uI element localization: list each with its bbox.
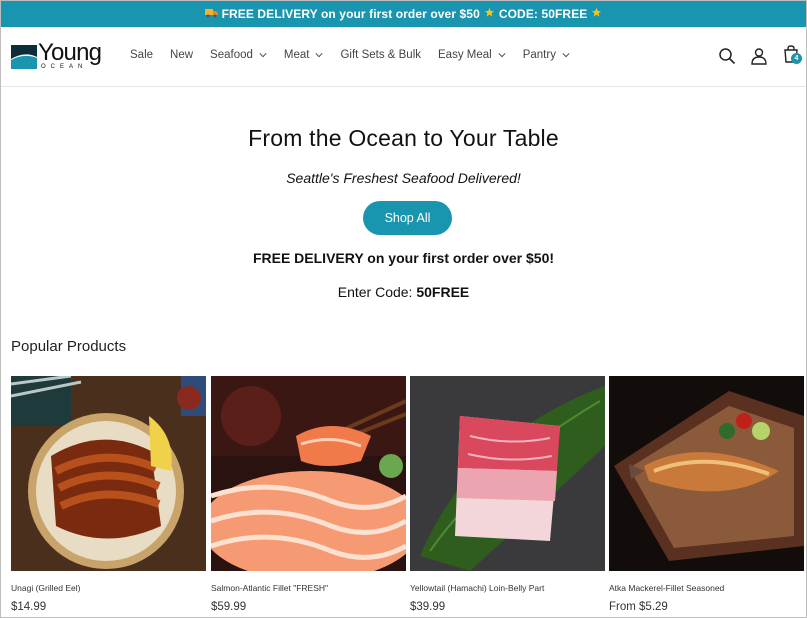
nav-label: Sale	[130, 49, 154, 61]
product-price: $14.99	[11, 601, 47, 613]
chevron-down-icon	[562, 53, 570, 58]
promo-text: FREE DELIVERY on your first order over $…	[252, 250, 555, 266]
nav-item-meat[interactable]: Meat	[284, 49, 324, 61]
product-card[interactable]: Unagi (Grilled Eel) $14.99	[11, 376, 206, 613]
nav-label: Pantry	[522, 49, 556, 61]
star-icon	[484, 7, 495, 21]
product-name[interactable]: Unagi (Grilled Eel)	[11, 583, 206, 593]
product-card[interactable]: Atka Mackerel-Fillet Seasoned From $5.29	[609, 376, 804, 613]
product-image[interactable]	[11, 376, 206, 571]
section-title: Popular Products	[11, 338, 127, 355]
site-header: Young OCEAN Sale New Seafood Meat Gift S…	[1, 27, 806, 87]
product-image[interactable]	[410, 376, 605, 571]
chevron-down-icon	[498, 53, 506, 58]
nav-label: Meat	[283, 49, 310, 61]
product-name[interactable]: Atka Mackerel-Fillet Seasoned	[609, 583, 804, 593]
promo-code-label: Enter Code:	[337, 284, 413, 300]
nav-item-gift-sets[interactable]: Gift Sets & Bulk	[340, 49, 421, 61]
product-image[interactable]	[609, 376, 804, 571]
hero-title: From the Ocean to Your Table	[248, 125, 559, 151]
nav-item-pantry[interactable]: Pantry	[523, 49, 570, 61]
product-name[interactable]: Yellowtail (Hamachi) Loin-Belly Part	[410, 583, 605, 593]
announcement-code: CODE: 50FREE	[498, 7, 588, 21]
product-price: From $5.29	[609, 601, 668, 613]
product-name[interactable]: Salmon-Atlantic Fillet "FRESH"	[211, 583, 406, 593]
product-price: $59.99	[211, 601, 247, 613]
nav-item-seafood[interactable]: Seafood	[210, 49, 267, 61]
logo-tagline: OCEAN	[41, 64, 88, 70]
cart-count-badge: 4	[791, 53, 802, 64]
product-image[interactable]	[211, 376, 406, 571]
user-icon[interactable]	[749, 46, 769, 66]
nav-item-new[interactable]: New	[170, 49, 193, 61]
search-icon[interactable]	[717, 46, 737, 66]
product-card[interactable]: Yellowtail (Hamachi) Loin-Belly Part $39…	[410, 376, 605, 613]
delivery-truck-icon	[204, 8, 218, 21]
brand-logo[interactable]: Young OCEAN	[11, 39, 103, 71]
nav-label: Easy Meal	[438, 49, 492, 61]
promo-code-value: 50FREE	[416, 284, 470, 300]
product-price: $39.99	[410, 601, 446, 613]
nav-label: Seafood	[210, 49, 253, 61]
product-card[interactable]: Salmon-Atlantic Fillet "FRESH" $59.99	[211, 376, 406, 613]
hero-subtitle: Seattle's Freshest Seafood Delivered!	[286, 170, 521, 186]
star-icon	[591, 7, 602, 21]
shop-all-button[interactable]: Shop All	[363, 201, 452, 235]
nav-item-easy-meal[interactable]: Easy Meal	[438, 49, 506, 61]
nav-item-sale[interactable]: Sale	[130, 49, 153, 61]
nav-label: New	[170, 49, 194, 61]
announcement-bar: FREE DELIVERY on your first order over $…	[1, 1, 806, 27]
chevron-down-icon	[259, 53, 267, 58]
promo-code: Enter Code: 50FREE	[1, 284, 806, 300]
announcement-text: FREE DELIVERY on your first order over $…	[221, 7, 480, 21]
chevron-down-icon	[315, 53, 324, 58]
nav-label: Gift Sets & Bulk	[340, 49, 422, 61]
main-nav: Sale New Seafood Meat Gift Sets & Bulk E…	[130, 49, 587, 61]
logo-wave-icon	[11, 45, 37, 69]
logo-wordmark: Young	[38, 39, 102, 66]
